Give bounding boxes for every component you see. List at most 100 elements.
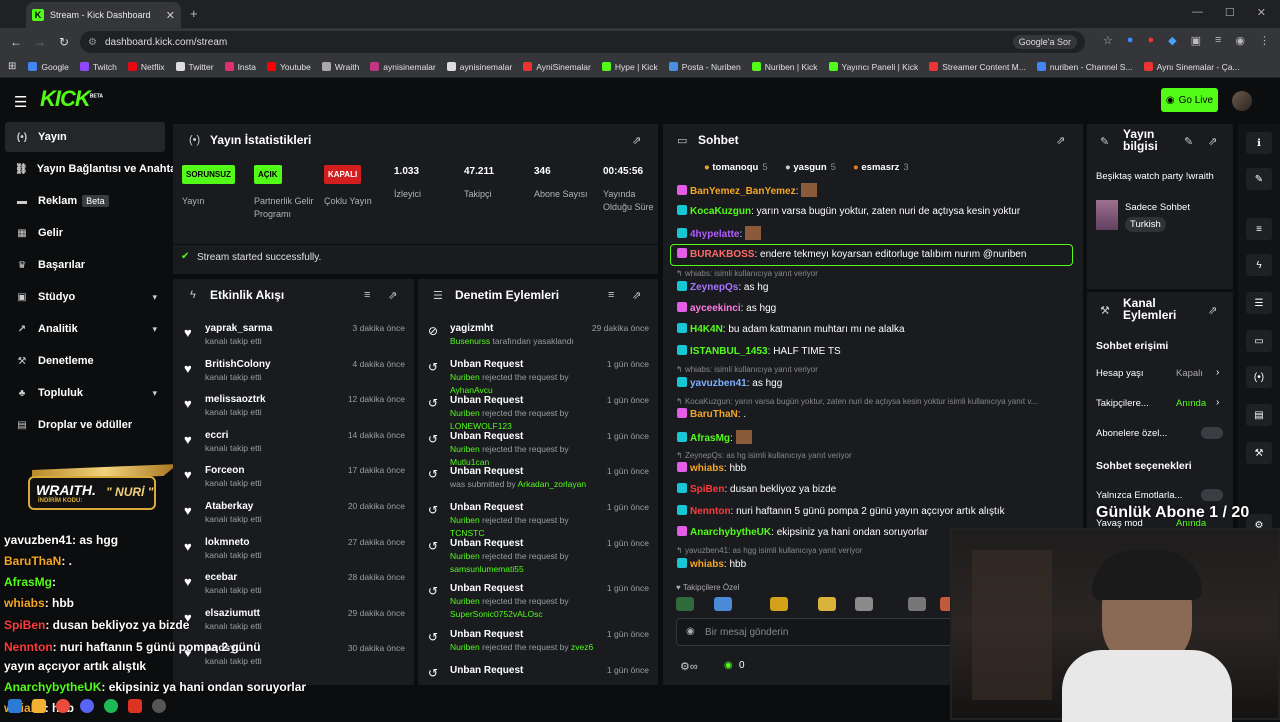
bookmark-item[interactable]: Twitch bbox=[79, 62, 117, 72]
moderator-name[interactable]: Nuriben bbox=[450, 408, 480, 418]
chat-username[interactable]: whiabs bbox=[690, 463, 724, 474]
google-ask-button[interactable]: Google'a Sor bbox=[1012, 35, 1077, 49]
chat-username[interactable]: whiabs bbox=[690, 559, 724, 570]
back-icon[interactable]: ← bbox=[4, 35, 28, 49]
target-user[interactable]: Arkadan_zorlayan bbox=[518, 479, 587, 489]
popout-icon[interactable]: ⇗ bbox=[1056, 134, 1065, 147]
emoji-icon[interactable]: ◉ bbox=[686, 626, 695, 637]
moderator-name[interactable]: Nuriben bbox=[450, 515, 480, 525]
edit-icon[interactable]: ✎ bbox=[1246, 168, 1272, 190]
bookmark-item[interactable]: Google bbox=[28, 62, 69, 72]
bookmark-item[interactable]: Twitter bbox=[175, 62, 214, 72]
bookmark-item[interactable]: AyniSinemalar bbox=[523, 62, 591, 72]
sidebar-item-gelir[interactable]: ▦ Gelir bbox=[5, 218, 165, 248]
chat-username[interactable]: H4K4N bbox=[690, 324, 723, 335]
chat-input[interactable]: Bir mesaj gönderin bbox=[676, 618, 956, 646]
moderator-name[interactable]: Nuriben bbox=[450, 372, 480, 382]
settings-icon[interactable]: ⚙∞ bbox=[680, 660, 698, 673]
reload-icon[interactable]: ↻ bbox=[52, 35, 76, 49]
popout-icon[interactable]: ⇗ bbox=[1208, 135, 1217, 148]
puzzle-icon[interactable]: ▣ bbox=[1191, 34, 1201, 47]
target-user[interactable]: samsunlumemati55 bbox=[450, 564, 524, 574]
chat-username[interactable]: ayceekinci bbox=[690, 303, 741, 314]
moderator-name[interactable]: Nuriben bbox=[450, 551, 480, 561]
emote-icon[interactable] bbox=[770, 597, 788, 611]
sidebar-item-ba-ar-lar[interactable]: ♛ Başarılar bbox=[5, 250, 165, 280]
bookmark-item[interactable]: Netflix bbox=[127, 62, 165, 72]
menu-list-icon[interactable]: ≡ bbox=[1215, 34, 1221, 47]
bookmark-item[interactable]: Yayıncı Paneli | Kick bbox=[828, 62, 918, 72]
chat-username[interactable]: BaruThaN bbox=[690, 409, 738, 420]
list-icon[interactable]: ≡ bbox=[1246, 218, 1272, 240]
bookmark-item[interactable]: Insta bbox=[224, 62, 256, 72]
popout-icon[interactable]: ⇗ bbox=[388, 289, 397, 302]
moderator-name[interactable]: Nuriben bbox=[450, 444, 480, 454]
chevron-right-icon[interactable]: › bbox=[1216, 367, 1219, 378]
chat-username[interactable]: AfrasMg bbox=[690, 433, 730, 444]
sidebar-item-droplar-ve-d-ller[interactable]: ▤ Droplar ve ödüller bbox=[5, 410, 165, 440]
list-icon[interactable]: ☰ bbox=[1246, 292, 1272, 314]
kick-logo[interactable]: KICKBETA bbox=[40, 86, 103, 112]
top-chatter[interactable]: ● tomanoqu 5 bbox=[704, 162, 768, 173]
tag-pill[interactable]: Turkish bbox=[1125, 217, 1166, 232]
chat-username[interactable]: ZeynepQs bbox=[690, 282, 738, 293]
bookmark-item[interactable]: Streamer Content M... bbox=[929, 62, 1026, 72]
avatar[interactable] bbox=[1232, 91, 1252, 111]
new-tab-icon[interactable]: + bbox=[190, 6, 198, 21]
chat-username[interactable]: BURAKBOSS bbox=[690, 249, 754, 260]
bookmark-item[interactable]: Wraith bbox=[321, 62, 359, 72]
broadcast-icon[interactable]: (•) bbox=[1246, 366, 1272, 388]
windows-icon[interactable] bbox=[8, 699, 22, 713]
chrome-icon[interactable] bbox=[56, 699, 70, 713]
moderator-name[interactable]: Busenurss bbox=[450, 336, 490, 346]
sidebar-item-denetleme[interactable]: ⚒ Denetleme bbox=[5, 346, 165, 376]
filter-icon[interactable]: ≡ bbox=[608, 289, 614, 301]
browser-tab[interactable]: K Stream - Kick Dashboard ✕ bbox=[26, 2, 181, 28]
chat-bubble-icon[interactable]: ▭ bbox=[1246, 330, 1272, 352]
wrench-icon[interactable]: ⚒ bbox=[1246, 442, 1272, 464]
folder-icon[interactable] bbox=[32, 699, 46, 713]
bookmark-item[interactable]: nuriben - Channel S... bbox=[1036, 62, 1133, 72]
toggle-switch[interactable] bbox=[1201, 489, 1223, 501]
chat-username[interactable]: BanYemez_BanYemez bbox=[690, 186, 796, 197]
url-field[interactable]: ⚙ dashboard.kick.com/stream Google'a Sor bbox=[80, 31, 1085, 53]
bookmark-item[interactable]: Nuriben | Kick bbox=[751, 62, 818, 72]
top-chatter[interactable]: ● yasgun 5 bbox=[785, 162, 836, 173]
setting-value[interactable]: Kapalı bbox=[1176, 368, 1203, 379]
emote-icon[interactable] bbox=[818, 597, 836, 611]
go-live-button[interactable]: ◉ Go Live bbox=[1161, 88, 1218, 112]
chat-username[interactable]: SpiBen bbox=[690, 484, 724, 495]
emote-icon[interactable] bbox=[714, 597, 732, 611]
toggle-switch[interactable] bbox=[1201, 427, 1223, 439]
bookmark-item[interactable]: Hype | Kick bbox=[601, 62, 658, 72]
info-icon[interactable]: ℹ bbox=[1246, 132, 1272, 154]
sidebar-item-st-dyo[interactable]: ▣ Stüdyo ▾ bbox=[5, 282, 165, 312]
app-icon[interactable] bbox=[152, 699, 166, 713]
shield-icon[interactable]: ◆ bbox=[1168, 34, 1176, 47]
popout-icon[interactable]: ⇗ bbox=[1208, 304, 1217, 317]
extension-icon[interactable]: ● bbox=[1147, 34, 1154, 47]
hamburger-menu-icon[interactable]: ☰ bbox=[14, 93, 27, 111]
lightning-icon[interactable]: ϟ bbox=[1246, 254, 1272, 276]
bookmark-star-icon[interactable]: ☆ bbox=[1103, 34, 1113, 47]
forward-icon[interactable]: → bbox=[28, 35, 52, 49]
sidebar-item-analitik[interactable]: ↗ Analitik ▾ bbox=[5, 314, 165, 344]
emote-icon[interactable] bbox=[676, 597, 694, 611]
target-user[interactable]: zvez6 bbox=[571, 642, 593, 652]
filter-icon[interactable]: ≡ bbox=[364, 289, 370, 301]
sidebar-item-yay-n[interactable]: (•) Yayın bbox=[5, 122, 165, 152]
moderator-name[interactable]: Nuriben bbox=[450, 642, 480, 652]
close-window-icon[interactable]: ✕ bbox=[1257, 6, 1266, 19]
site-info-icon[interactable]: ⚙ bbox=[88, 37, 97, 48]
chat-username[interactable]: 4hypelatte bbox=[690, 229, 739, 240]
emote-icon[interactable] bbox=[855, 597, 873, 611]
extension-icon[interactable]: ● bbox=[1127, 34, 1134, 47]
chat-username[interactable]: yavuzben41 bbox=[690, 378, 747, 389]
chat-username[interactable]: AnarchybytheUK bbox=[690, 527, 771, 538]
app-icon[interactable] bbox=[128, 699, 142, 713]
points-icon[interactable]: ◉ bbox=[724, 660, 733, 671]
setting-value[interactable]: Anında bbox=[1176, 398, 1206, 409]
bookmark-item[interactable]: Aynı Sinemalar - Ça... bbox=[1143, 62, 1240, 72]
box-icon[interactable]: ▤ bbox=[1246, 404, 1272, 426]
bookmark-item[interactable]: Youtube bbox=[267, 62, 311, 72]
